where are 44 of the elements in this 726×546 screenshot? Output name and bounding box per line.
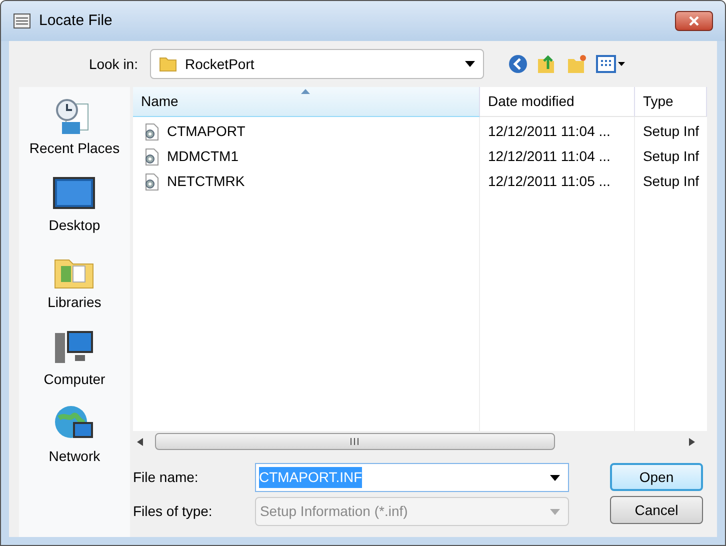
- look-in-dropdown[interactable]: RocketPort: [150, 49, 484, 79]
- file-name-cell[interactable]: MDMCTM1: [166, 146, 238, 167]
- view-menu-icon[interactable]: [596, 54, 626, 74]
- column-header[interactable]: Date modified: [480, 87, 635, 117]
- settings-file-icon: [142, 148, 159, 166]
- places-item[interactable]: Desktop: [19, 172, 130, 236]
- file-name-cell[interactable]: CTMAPORT: [166, 121, 246, 142]
- date-cell-text: 12/12/2011 11:04 ...: [488, 147, 610, 166]
- folder-icon: [159, 55, 177, 73]
- sort-arrow-icon: [300, 89, 310, 94]
- grip-icon: [350, 438, 360, 445]
- close-icon: [689, 16, 699, 26]
- look-in-value: RocketPort: [185, 54, 254, 74]
- close-button[interactable]: [675, 11, 713, 31]
- settings-file-icon: [142, 172, 159, 190]
- type-cell-text: Setup Inf: [642, 147, 699, 166]
- app-icon: [13, 12, 31, 30]
- type-cell-text: Setup Inf: [642, 172, 699, 191]
- caret-icon: [550, 474, 560, 480]
- column-header[interactable]: Name: [132, 87, 480, 117]
- file-name-label: File name:: [132, 468, 200, 487]
- scroll-left-icon[interactable]: [136, 438, 143, 446]
- date-cell-text: 12/12/2011 11:04 ...: [488, 122, 610, 141]
- look-in-label: Look in:: [88, 54, 139, 74]
- back-icon[interactable]: [508, 54, 528, 74]
- window-title: Locate File: [39, 10, 112, 31]
- caret-icon: [550, 508, 560, 514]
- places-item[interactable]: Libraries: [19, 249, 130, 313]
- settings-file-icon: [142, 122, 159, 140]
- places-item[interactable]: Computer: [19, 326, 130, 390]
- caret-icon: [465, 61, 475, 67]
- type-cell-text: Setup Inf: [642, 122, 699, 141]
- new-folder-icon[interactable]: [566, 53, 588, 75]
- dialog-button[interactable]: Cancel: [610, 496, 703, 524]
- column-header[interactable]: Type: [634, 87, 707, 117]
- places-item[interactable]: Network: [19, 403, 130, 467]
- dialog-button[interactable]: Open: [610, 463, 703, 491]
- places-item[interactable]: Recent Places: [19, 95, 130, 159]
- file-name-cell[interactable]: NETCTMRK: [166, 171, 245, 192]
- date-cell-text: 12/12/2011 11:05 ...: [488, 172, 610, 191]
- scrollbar-thumb[interactable]: [154, 433, 555, 450]
- scroll-right-icon[interactable]: [689, 438, 695, 446]
- horizontal-scrollbar[interactable]: [132, 431, 707, 452]
- file-type-label: Files of type:: [132, 502, 214, 521]
